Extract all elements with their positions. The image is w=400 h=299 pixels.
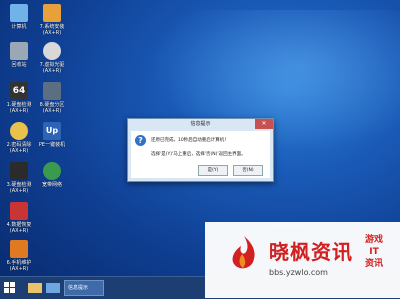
disk-partition-icon[interactable]: 8.硬盘分区 (AX+R) bbox=[35, 82, 69, 114]
watermark-side-text: 游戏 IT 资讯 bbox=[364, 235, 383, 269]
data-recovery-icon[interactable]: 4.数据恢复 (AX+R) bbox=[2, 202, 36, 234]
watermark-logo bbox=[232, 236, 255, 269]
disk-check-icon[interactable]: 64 1.硬盘检测 (AX+R) bbox=[2, 82, 36, 114]
file-explorer-icon[interactable] bbox=[28, 283, 42, 293]
password-clear-icon[interactable]: 2.密码清除 (AX+R) bbox=[2, 122, 36, 154]
dialog-message-line1: 还原已完成，10秒后自动重启计算机！ bbox=[151, 138, 229, 143]
pe-installer-icon[interactable]: Up PE一键装机 bbox=[35, 122, 69, 148]
question-icon: ? bbox=[135, 135, 146, 146]
dialog-title: 信息提示 bbox=[190, 121, 211, 127]
recycle-bin-icon[interactable]: 回收站 bbox=[2, 42, 36, 68]
dialog-body: ? 还原已完成，10秒后自动重启计算机！ 选择'是(Y)'马上重启，选择'否(N… bbox=[131, 131, 270, 178]
message-dialog: 信息提示 ✕ ? 还原已完成，10秒后自动重启计算机！ 选择'是(Y)'马上重启… bbox=[127, 118, 274, 182]
watermark-url: bbs.yzwlo.com bbox=[269, 268, 328, 277]
yes-button[interactable]: 是(Y) bbox=[198, 165, 228, 176]
taskbar-item-message[interactable]: 信息提示 bbox=[64, 280, 104, 296]
watermark-title: 晓枫资讯 bbox=[269, 240, 353, 264]
phone-maintenance-icon[interactable]: 6.手机维护 (AX+R) bbox=[2, 240, 36, 272]
hardware-check-icon[interactable]: 3.硬盘检测 (AX+R) bbox=[2, 162, 36, 194]
computer-icon[interactable]: 计算机 bbox=[2, 4, 36, 30]
virtual-drive-icon[interactable]: 7.虚拟光驱 (AX+R) bbox=[35, 42, 69, 74]
dialog-message-line2: 选择'是(Y)'马上重启，选择'否(N)'返回主界面。 bbox=[151, 152, 246, 157]
taskbar-item-label: 信息提示 bbox=[68, 285, 89, 291]
app-icon[interactable] bbox=[46, 283, 60, 293]
network-icon[interactable]: 宽带网络 bbox=[35, 162, 69, 188]
close-icon[interactable]: ✕ bbox=[255, 119, 273, 129]
watermark: 晓枫资讯 bbs.yzwlo.com 游戏 IT 资讯 bbox=[205, 222, 400, 298]
system-install-icon[interactable]: 7.系统安装 (AX+R) bbox=[35, 4, 69, 36]
windows-start-icon[interactable] bbox=[4, 282, 16, 294]
no-button[interactable]: 否(N) bbox=[233, 165, 263, 176]
